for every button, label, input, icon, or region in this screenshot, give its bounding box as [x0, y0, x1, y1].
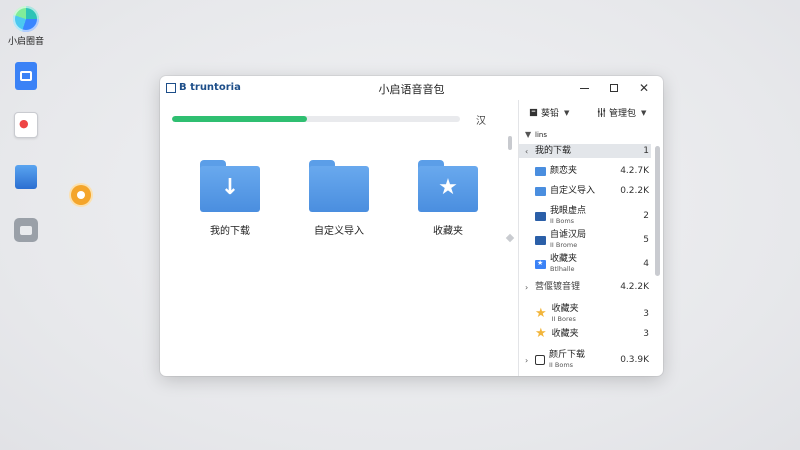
folder-icon — [535, 166, 546, 176]
chevron-right-icon: › — [525, 282, 529, 292]
list-item[interactable]: 颜恋夹 4.2.7K — [535, 166, 649, 176]
list-item[interactable]: ★ 收藏夹 3 — [535, 326, 649, 341]
folder-icon — [535, 235, 546, 245]
folder-label: 收藏夹 — [433, 226, 463, 237]
maximize-icon — [610, 84, 618, 92]
list-item[interactable]: 收藏夹Btlhalle 4 — [535, 254, 649, 274]
monitor-icon — [15, 165, 37, 189]
list-group[interactable]: › 营偃镀音锂 4.2.2K — [525, 282, 649, 292]
list-scrollbar-thumb[interactable] — [655, 146, 660, 276]
minimize-icon — [579, 87, 589, 89]
chevron-right-icon: › — [525, 355, 529, 365]
list-toolbar: 葵铅 ▼ 管理包 ▼ — [519, 100, 663, 126]
maximize-button[interactable] — [599, 78, 629, 98]
folder-favorites[interactable]: ★ 收藏夹 — [413, 160, 483, 237]
download-icon — [535, 355, 545, 365]
close-button[interactable]: ✕ — [629, 78, 659, 98]
list-group[interactable]: › 颜斤下载 II Boms 0.3.9K — [525, 350, 649, 370]
folder-star-icon: ★ — [418, 160, 478, 212]
desktop-app-label: 小启圈音 — [7, 37, 44, 47]
sort-label: 葵铅 — [541, 109, 560, 119]
chevron-left-icon: ‹ — [525, 146, 529, 156]
manage-label: 管理包 — [609, 109, 637, 119]
progress-label: 汉 — [476, 116, 486, 127]
desktop-app-icon[interactable]: 小启圈音 — [6, 6, 46, 47]
list-item[interactable]: ★ 收藏夹 II Bores 3 — [535, 304, 649, 324]
splitter-handle-icon[interactable] — [505, 233, 515, 243]
chevron-down-icon: ▼ — [641, 108, 647, 117]
folder-icon — [309, 160, 369, 212]
star-icon: ★ — [535, 306, 547, 321]
list-header-label: lins — [535, 130, 547, 139]
card-icon: ● — [14, 112, 38, 138]
folder-pane: 汉 ↓ 我的下载 自定义导入 ★ 收藏夹 — [160, 100, 515, 376]
list-item[interactable]: 自谑汉局 II Brome 5 — [535, 230, 649, 250]
document-icon — [15, 62, 37, 90]
scrollbar-thumb[interactable] — [508, 136, 512, 150]
folder-icon — [535, 211, 546, 221]
desktop-gadget[interactable] — [6, 218, 46, 242]
package-list: ▼ lins ‹ 我的下载 1 颜恋夹 4.2.7K 自定义导入 0.2.2K — [519, 126, 663, 376]
list-item[interactable]: 我眼虚点 II Boms 2 — [535, 206, 649, 226]
folder-my-downloads[interactable]: ↓ 我的下载 — [195, 160, 265, 237]
star-icon: ★ — [535, 326, 547, 341]
desktop-card[interactable]: ● — [6, 112, 46, 138]
package-list-pane: 葵铅 ▼ 管理包 ▼ ▼ lins ‹ 我的下载 1 颜恋夹 4.2.7K 自定… — [518, 100, 663, 376]
minimize-button[interactable] — [569, 78, 599, 98]
app-orb-icon — [13, 6, 39, 32]
title-bar[interactable]: B truntoria 小启语音音包 ✕ — [160, 76, 663, 100]
list-group-my-downloads[interactable]: ‹ 我的下载 1 — [525, 146, 649, 156]
book-icon — [529, 108, 538, 117]
folder-label: 我的下载 — [210, 226, 250, 237]
sort-dropdown[interactable]: 葵铅 ▼ — [529, 106, 569, 119]
folder-custom-import[interactable]: 自定义导入 — [304, 160, 374, 237]
desktop-document[interactable] — [6, 62, 46, 90]
folder-download-icon: ↓ — [200, 160, 260, 212]
folder-icon — [535, 186, 546, 196]
manage-dropdown[interactable]: 管理包 ▼ — [597, 106, 646, 119]
gadget-icon — [14, 218, 38, 242]
desktop-monitor[interactable] — [6, 165, 46, 189]
orange-status-dot-icon[interactable] — [71, 185, 91, 205]
list-item[interactable]: 自定义导入 0.2.2K — [535, 186, 649, 196]
progress-bar — [172, 116, 460, 122]
folder-label: 自定义导入 — [314, 226, 364, 237]
caret-down-icon: ▼ — [525, 130, 532, 139]
list-header[interactable]: ▼ lins — [525, 130, 649, 139]
app-window: B truntoria 小启语音音包 ✕ 汉 ↓ 我的下载 自定义导入 ★ 收藏… — [160, 76, 663, 376]
sliders-icon — [597, 108, 606, 117]
progress-fill — [172, 116, 308, 122]
chevron-down-icon: ▼ — [564, 108, 570, 117]
folder-star-icon — [535, 259, 546, 269]
